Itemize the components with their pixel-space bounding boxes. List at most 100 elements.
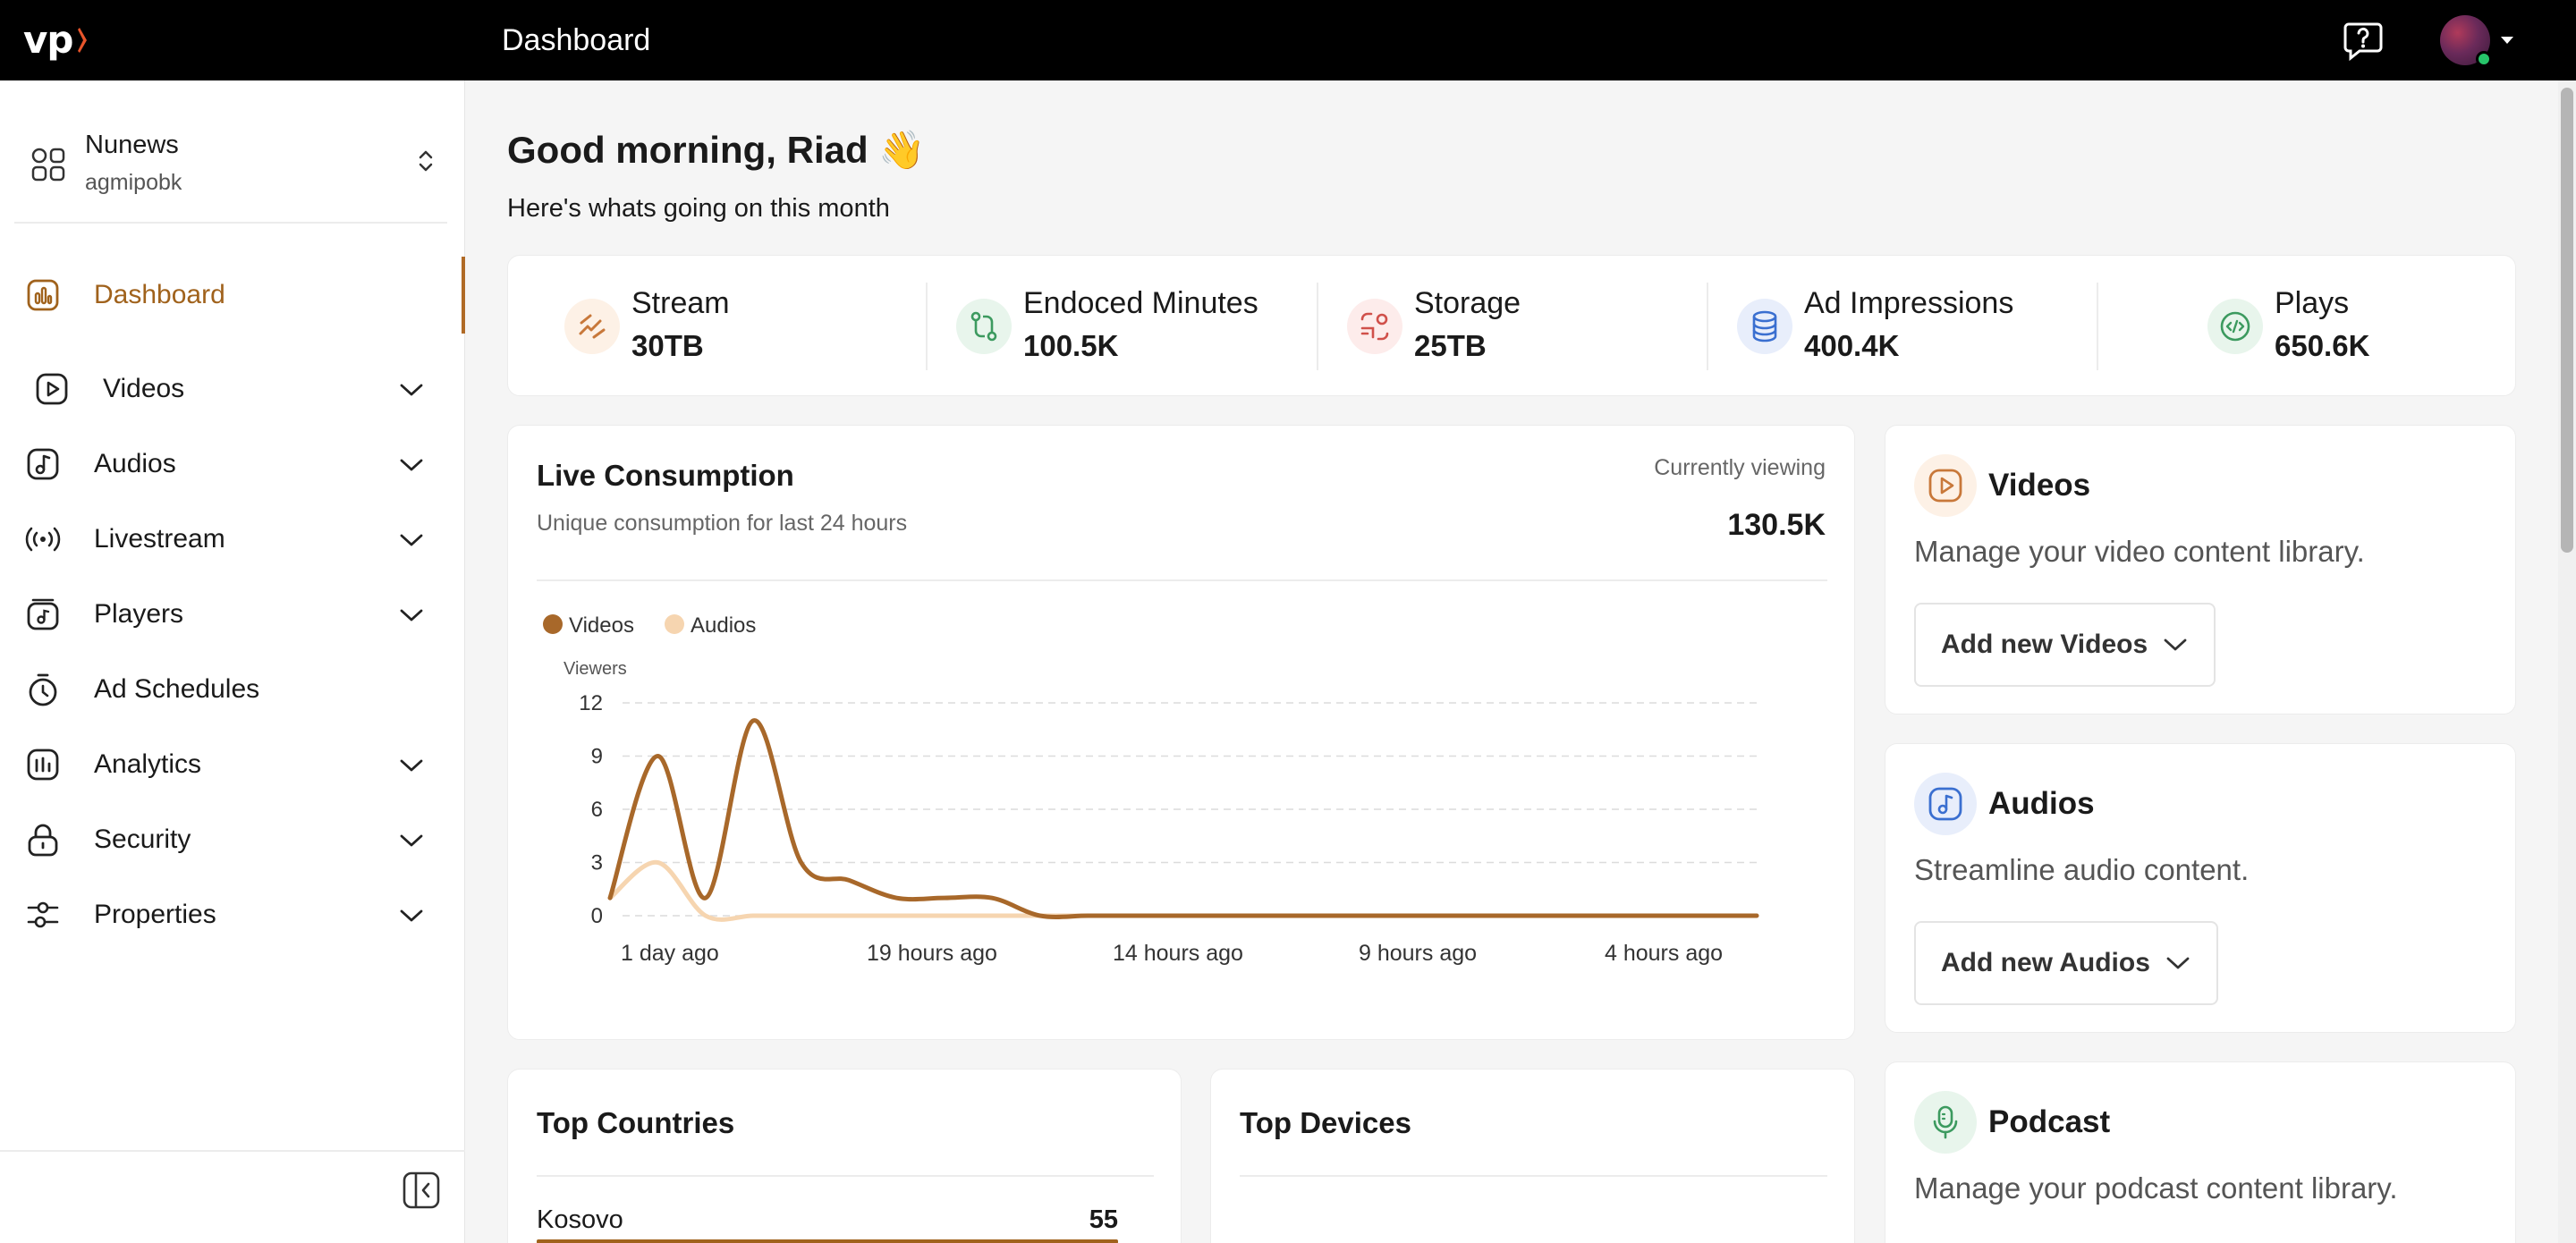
sidebar-item-label: Videos xyxy=(103,374,185,403)
chevron-down-icon xyxy=(400,609,423,622)
audio-icon xyxy=(27,448,59,480)
page-title: Dashboard xyxy=(502,23,651,57)
sidebar-item-label: Players xyxy=(94,599,184,629)
legend-label: Audios xyxy=(691,613,756,638)
scrollbar[interactable] xyxy=(2558,80,2576,1243)
sidebar-item-label: Ad Schedules xyxy=(94,674,260,704)
stat-value: 30TB xyxy=(631,329,704,362)
x-tick-label: 14 hours ago xyxy=(1113,941,1243,966)
org-name: Nunews xyxy=(85,131,179,159)
analytics-icon xyxy=(27,748,59,781)
add-new-audios-button[interactable]: Add new Audios xyxy=(1914,921,2218,1005)
stat-value: 400.4K xyxy=(1804,329,1900,362)
chevron-down-icon xyxy=(400,834,423,847)
divider xyxy=(1707,283,1708,370)
help-chat-icon xyxy=(2343,22,2383,62)
sidebar-item-label: Audios xyxy=(94,449,176,478)
divider xyxy=(537,579,1827,581)
sliders-icon xyxy=(27,901,59,928)
y-tick-label: 0 xyxy=(591,904,603,928)
add-new-videos-button[interactable]: Add new Videos xyxy=(1914,603,2216,687)
series-line-videos xyxy=(607,718,1759,919)
logo[interactable]: vp xyxy=(23,20,89,61)
top-countries-card: Top Countries Kosovo 55 xyxy=(507,1069,1182,1243)
top-devices-title: Top Devices xyxy=(1240,1106,1411,1139)
sidebar-item-audios[interactable]: Audios xyxy=(0,433,465,495)
stats-bar: Stream 30TB Endoced Minutes 100.5K Stora… xyxy=(507,255,2516,396)
stat-label: Ad Impressions xyxy=(1804,286,2014,320)
storage-icon xyxy=(1347,299,1402,354)
chevron-down-icon xyxy=(2164,638,2187,651)
y-tick-label: 6 xyxy=(591,798,603,822)
podcast-card: Podcast Manage your podcast content libr… xyxy=(1885,1061,2516,1243)
card-description: Manage your podcast content library. xyxy=(1914,1171,2398,1205)
y-tick-label: 3 xyxy=(591,851,603,875)
audios-card: Audios Streamline audio content. Add new… xyxy=(1885,743,2516,1033)
list-item: Kosovo 55 xyxy=(537,1202,1118,1243)
microphone-icon xyxy=(1914,1091,1977,1154)
grid-icon xyxy=(31,148,65,182)
code-icon xyxy=(2207,299,2263,354)
chevron-down-icon xyxy=(400,459,423,471)
stat-label: Endoced Minutes xyxy=(1023,286,1258,320)
greeting-subtitle: Here's whats going on this month xyxy=(507,194,890,223)
stat-value: 100.5K xyxy=(1023,329,1119,362)
sidebar-item-analytics[interactable]: Analytics xyxy=(0,733,465,796)
stream-icon xyxy=(564,299,620,354)
collapse-sidebar-icon[interactable] xyxy=(402,1171,440,1209)
country-bar xyxy=(537,1239,1118,1243)
stat-value: 25TB xyxy=(1414,329,1487,362)
sidebar-item-label: Properties xyxy=(94,900,216,929)
chevron-down-icon xyxy=(400,384,423,396)
button-label: Add new Videos xyxy=(1941,630,2148,659)
live-consumption-card: Live Consumption Unique consumption for … xyxy=(507,425,1855,1040)
scrollbar-thumb[interactable] xyxy=(2561,88,2573,553)
videos-card: Videos Manage your video content library… xyxy=(1885,425,2516,715)
sidebar-divider xyxy=(0,1150,465,1152)
chevron-down-icon xyxy=(400,909,423,922)
country-name: Kosovo xyxy=(537,1205,623,1234)
player-icon xyxy=(27,598,59,630)
sidebar-item-players[interactable]: Players xyxy=(0,583,465,646)
dashboard-icon xyxy=(27,279,59,311)
sidebar-item-label: Dashboard xyxy=(94,280,225,309)
y-tick-label: 12 xyxy=(579,691,603,715)
logo-text: vp xyxy=(23,18,73,62)
chevron-down-icon xyxy=(400,534,423,546)
caret-down-icon xyxy=(2501,37,2513,44)
sidebar-item-dashboard[interactable]: Dashboard xyxy=(0,257,465,334)
divider xyxy=(1317,283,1318,370)
stat-label: Stream xyxy=(631,286,730,320)
live-consumption-subtitle: Unique consumption for last 24 hours xyxy=(537,511,908,536)
user-menu[interactable] xyxy=(2440,13,2521,67)
timer-icon xyxy=(29,673,57,706)
card-description: Streamline audio content. xyxy=(1914,853,2250,886)
logo-mark-icon xyxy=(78,28,88,53)
currently-viewing-value: 130.5K xyxy=(1727,508,1826,542)
y-axis-label: Viewers xyxy=(564,659,627,679)
sidebar-item-label: Livestream xyxy=(94,524,225,554)
sidebar-item-ad-schedules[interactable]: Ad Schedules xyxy=(0,658,465,721)
sidebar-item-livestream[interactable]: Livestream xyxy=(0,508,465,571)
top-devices-card: Top Devices xyxy=(1210,1069,1855,1243)
chevron-down-icon xyxy=(2166,957,2190,969)
live-consumption-chart: Videos Audios Viewers 0 3 6 9 12 1 day ago 19 hou… xyxy=(543,613,1759,966)
country-value: 55 xyxy=(1089,1205,1118,1234)
legend-label: Videos xyxy=(569,613,634,638)
avatar xyxy=(2440,15,2492,67)
stat-label: Plays xyxy=(2275,286,2350,320)
series-line-audios xyxy=(607,859,1759,922)
org-switcher[interactable]: Nunews agmipobk xyxy=(14,125,447,224)
greeting-heading: Good morning, Riad 👋 xyxy=(507,129,926,171)
sidebar-item-label: Security xyxy=(94,824,191,854)
sidebar-item-properties[interactable]: Properties xyxy=(0,884,465,946)
button-label: Add new Audios xyxy=(1941,948,2150,977)
sidebar-item-videos[interactable]: Videos xyxy=(0,358,465,420)
sidebar-item-security[interactable]: Security xyxy=(0,808,465,871)
online-status-dot xyxy=(2476,51,2492,67)
legend-swatch xyxy=(543,614,563,634)
git-compare-icon xyxy=(956,299,1012,354)
divider xyxy=(2097,283,2098,370)
help-button[interactable] xyxy=(2342,19,2385,62)
database-icon xyxy=(1737,299,1792,354)
